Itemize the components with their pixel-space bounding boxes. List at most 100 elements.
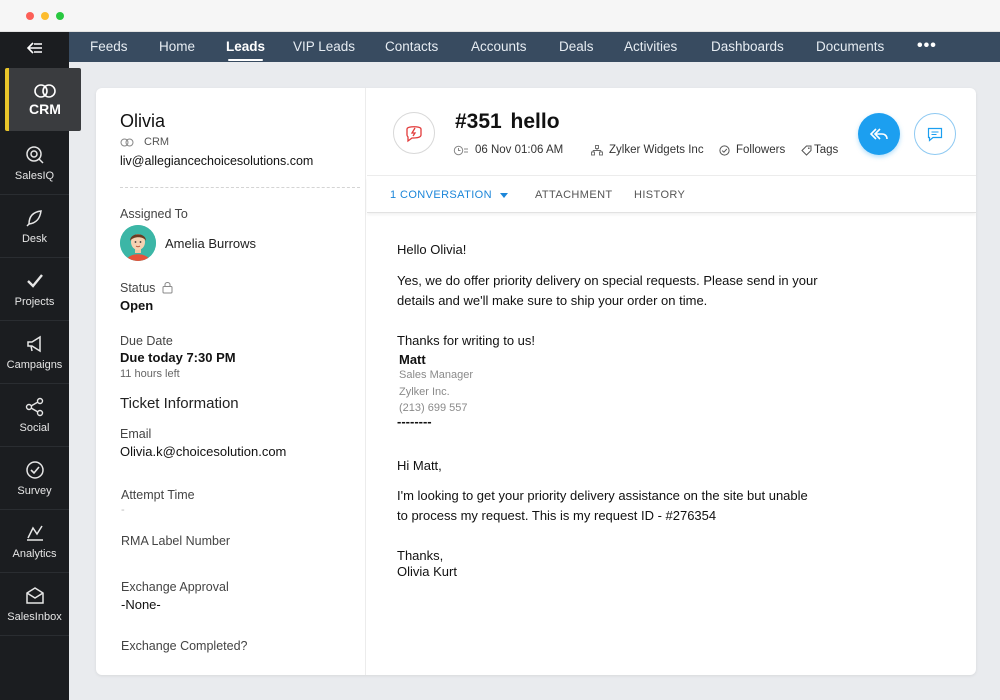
attempt-time-label: Attempt Time — [121, 488, 195, 502]
ticket-account[interactable]: Zylker Widgets Inc — [591, 144, 704, 156]
message-line: Thanks, — [397, 548, 444, 563]
hierarchy-icon — [591, 144, 603, 155]
nav-accounts[interactable]: Accounts — [471, 32, 527, 62]
signature-name: Matt — [399, 352, 426, 367]
assignee-name[interactable]: Amelia Burrows — [165, 236, 256, 251]
nav-dashboards[interactable]: Dashboards — [711, 32, 784, 62]
contact-panel: Olivia CRM liv@allegiancechoicesolutions… — [96, 88, 366, 675]
nav-documents[interactable]: Documents — [816, 32, 884, 62]
window-titlebar — [0, 0, 1000, 32]
exchange-approval-label: Exchange Approval — [121, 580, 229, 594]
tab-history[interactable]: HISTORY — [634, 177, 685, 213]
tab-conversation[interactable]: 1 CONVERSATION — [390, 177, 508, 213]
nav-contacts[interactable]: Contacts — [385, 32, 438, 62]
ticket-tabs: 1 CONVERSATION ATTACHMENT HISTORY — [367, 177, 976, 213]
agent-avatar-icon — [120, 225, 156, 261]
nav-leads[interactable]: Leads — [226, 32, 265, 62]
due-date-value[interactable]: Due today 7:30 PM — [120, 350, 236, 365]
exchange-completed-label: Exchange Completed? — [121, 639, 248, 653]
signature-line: Zylker Inc. — [399, 386, 450, 398]
rma-label-number-label: RMA Label Number — [121, 534, 231, 548]
crm-rings-icon — [120, 138, 134, 146]
check-icon — [26, 273, 43, 288]
module-nav-bar: Feeds Home Leads VIP Leads Contacts Acco… — [69, 32, 1000, 62]
message-line: I'm looking to get your priority deliver… — [397, 488, 808, 503]
rail-item-salesinbox[interactable]: SalesInbox — [0, 573, 69, 636]
maximize-window-icon[interactable] — [56, 12, 64, 20]
share-icon — [25, 397, 43, 416]
back-arrow-icon — [26, 42, 42, 54]
ticket-detail-card: Olivia CRM liv@allegiancechoicesolutions… — [96, 88, 976, 675]
followers-button[interactable]: Followers — [719, 144, 785, 156]
signature-line: (213) 699 557 — [399, 402, 468, 414]
tab-attachment[interactable]: ATTACHMENT — [535, 177, 613, 213]
reply-all-icon — [869, 128, 888, 140]
reply-all-button[interactable] — [858, 113, 900, 155]
lock-icon — [162, 281, 173, 294]
check-circle-icon — [719, 144, 730, 156]
rail-item-analytics[interactable]: Analytics — [0, 510, 69, 573]
desk-icon — [25, 209, 42, 227]
followers-label: Followers — [736, 144, 786, 156]
rail-item-label: Campaigns — [6, 358, 63, 371]
message-line: Hi Matt, — [397, 458, 442, 473]
due-date-label: Due Date — [120, 334, 173, 348]
rail-item-projects[interactable]: Projects — [0, 258, 69, 321]
analytics-icon — [26, 525, 43, 541]
due-date-remaining: 11 hours left — [120, 368, 180, 380]
rail-item-salesiq[interactable]: SalesIQ — [0, 132, 69, 195]
nav-home[interactable]: Home — [159, 32, 195, 62]
assigned-to-label: Assigned To — [120, 207, 188, 221]
message-separator: -------- — [397, 414, 432, 429]
rail-item-label: Survey — [17, 484, 52, 497]
rail-item-survey[interactable]: Survey — [0, 447, 69, 510]
rail-item-label: Desk — [21, 232, 48, 245]
minimize-window-icon[interactable] — [41, 12, 49, 20]
signature-line: Sales Manager — [399, 369, 473, 381]
contact-source-label: CRM — [144, 136, 170, 148]
check-circle-icon — [25, 460, 44, 479]
nav-activities[interactable]: Activities — [624, 32, 677, 62]
tags-button[interactable]: Tags — [801, 144, 838, 156]
avatar[interactable] — [120, 225, 156, 261]
rail-item-campaigns[interactable]: Campaigns — [0, 321, 69, 384]
chevron-down-icon — [499, 192, 508, 198]
rail-item-crm[interactable]: CRM — [5, 68, 81, 131]
clock-icon — [453, 145, 468, 155]
status-value[interactable]: Open — [120, 298, 153, 313]
exchange-approval-value[interactable]: -None- — [121, 597, 161, 612]
close-window-icon[interactable] — [26, 12, 34, 20]
nav-deals[interactable]: Deals — [559, 32, 594, 62]
tab-conversation-label: 1 CONVERSATION — [390, 189, 492, 201]
nav-more-button[interactable]: ••• — [917, 32, 937, 62]
divider — [120, 187, 360, 188]
ticket-alert-icon — [406, 126, 422, 143]
email-field-value[interactable]: Olivia.k@choicesolution.com — [120, 444, 286, 459]
nav-vip-leads[interactable]: VIP Leads — [293, 32, 355, 62]
crm-rings-icon — [34, 83, 56, 98]
rail-item-desk[interactable]: Desk — [0, 195, 69, 258]
app-switcher-rail: CRM SalesIQ Desk Projects Campaigns Soci… — [0, 32, 81, 700]
contact-email[interactable]: liv@allegiancechoicesolutions.com — [120, 154, 313, 168]
comment-icon — [927, 127, 943, 142]
ticket-title: #351 hello — [455, 110, 560, 133]
inbox-icon — [25, 586, 44, 604]
rail-item-label: Analytics — [12, 547, 57, 560]
tag-icon — [801, 145, 812, 156]
rail-item-label: SalesIQ — [14, 169, 55, 182]
rail-item-label: Projects — [14, 295, 55, 308]
rail-item-label: Social — [19, 421, 50, 434]
nav-feeds[interactable]: Feeds — [90, 32, 128, 62]
message-line: details and we'll make sure to ship your… — [397, 293, 708, 308]
message-line: Thanks for writing to us! — [397, 333, 535, 348]
contact-name: Olivia — [120, 111, 166, 131]
ticket-header: #351 hello 06 Nov 01:06 AM Zylker Widget… — [367, 88, 976, 176]
comment-button[interactable] — [914, 113, 956, 155]
megaphone-icon — [26, 335, 41, 352]
collapse-rail-button[interactable] — [0, 32, 69, 64]
attempt-time-value[interactable]: - — [121, 504, 125, 516]
ticket-account-name: Zylker Widgets Inc — [609, 144, 704, 156]
rail-item-social[interactable]: Social — [0, 384, 69, 447]
ticket-date-text: 06 Nov 01:06 AM — [475, 144, 564, 156]
contact-source: CRM — [120, 136, 169, 148]
